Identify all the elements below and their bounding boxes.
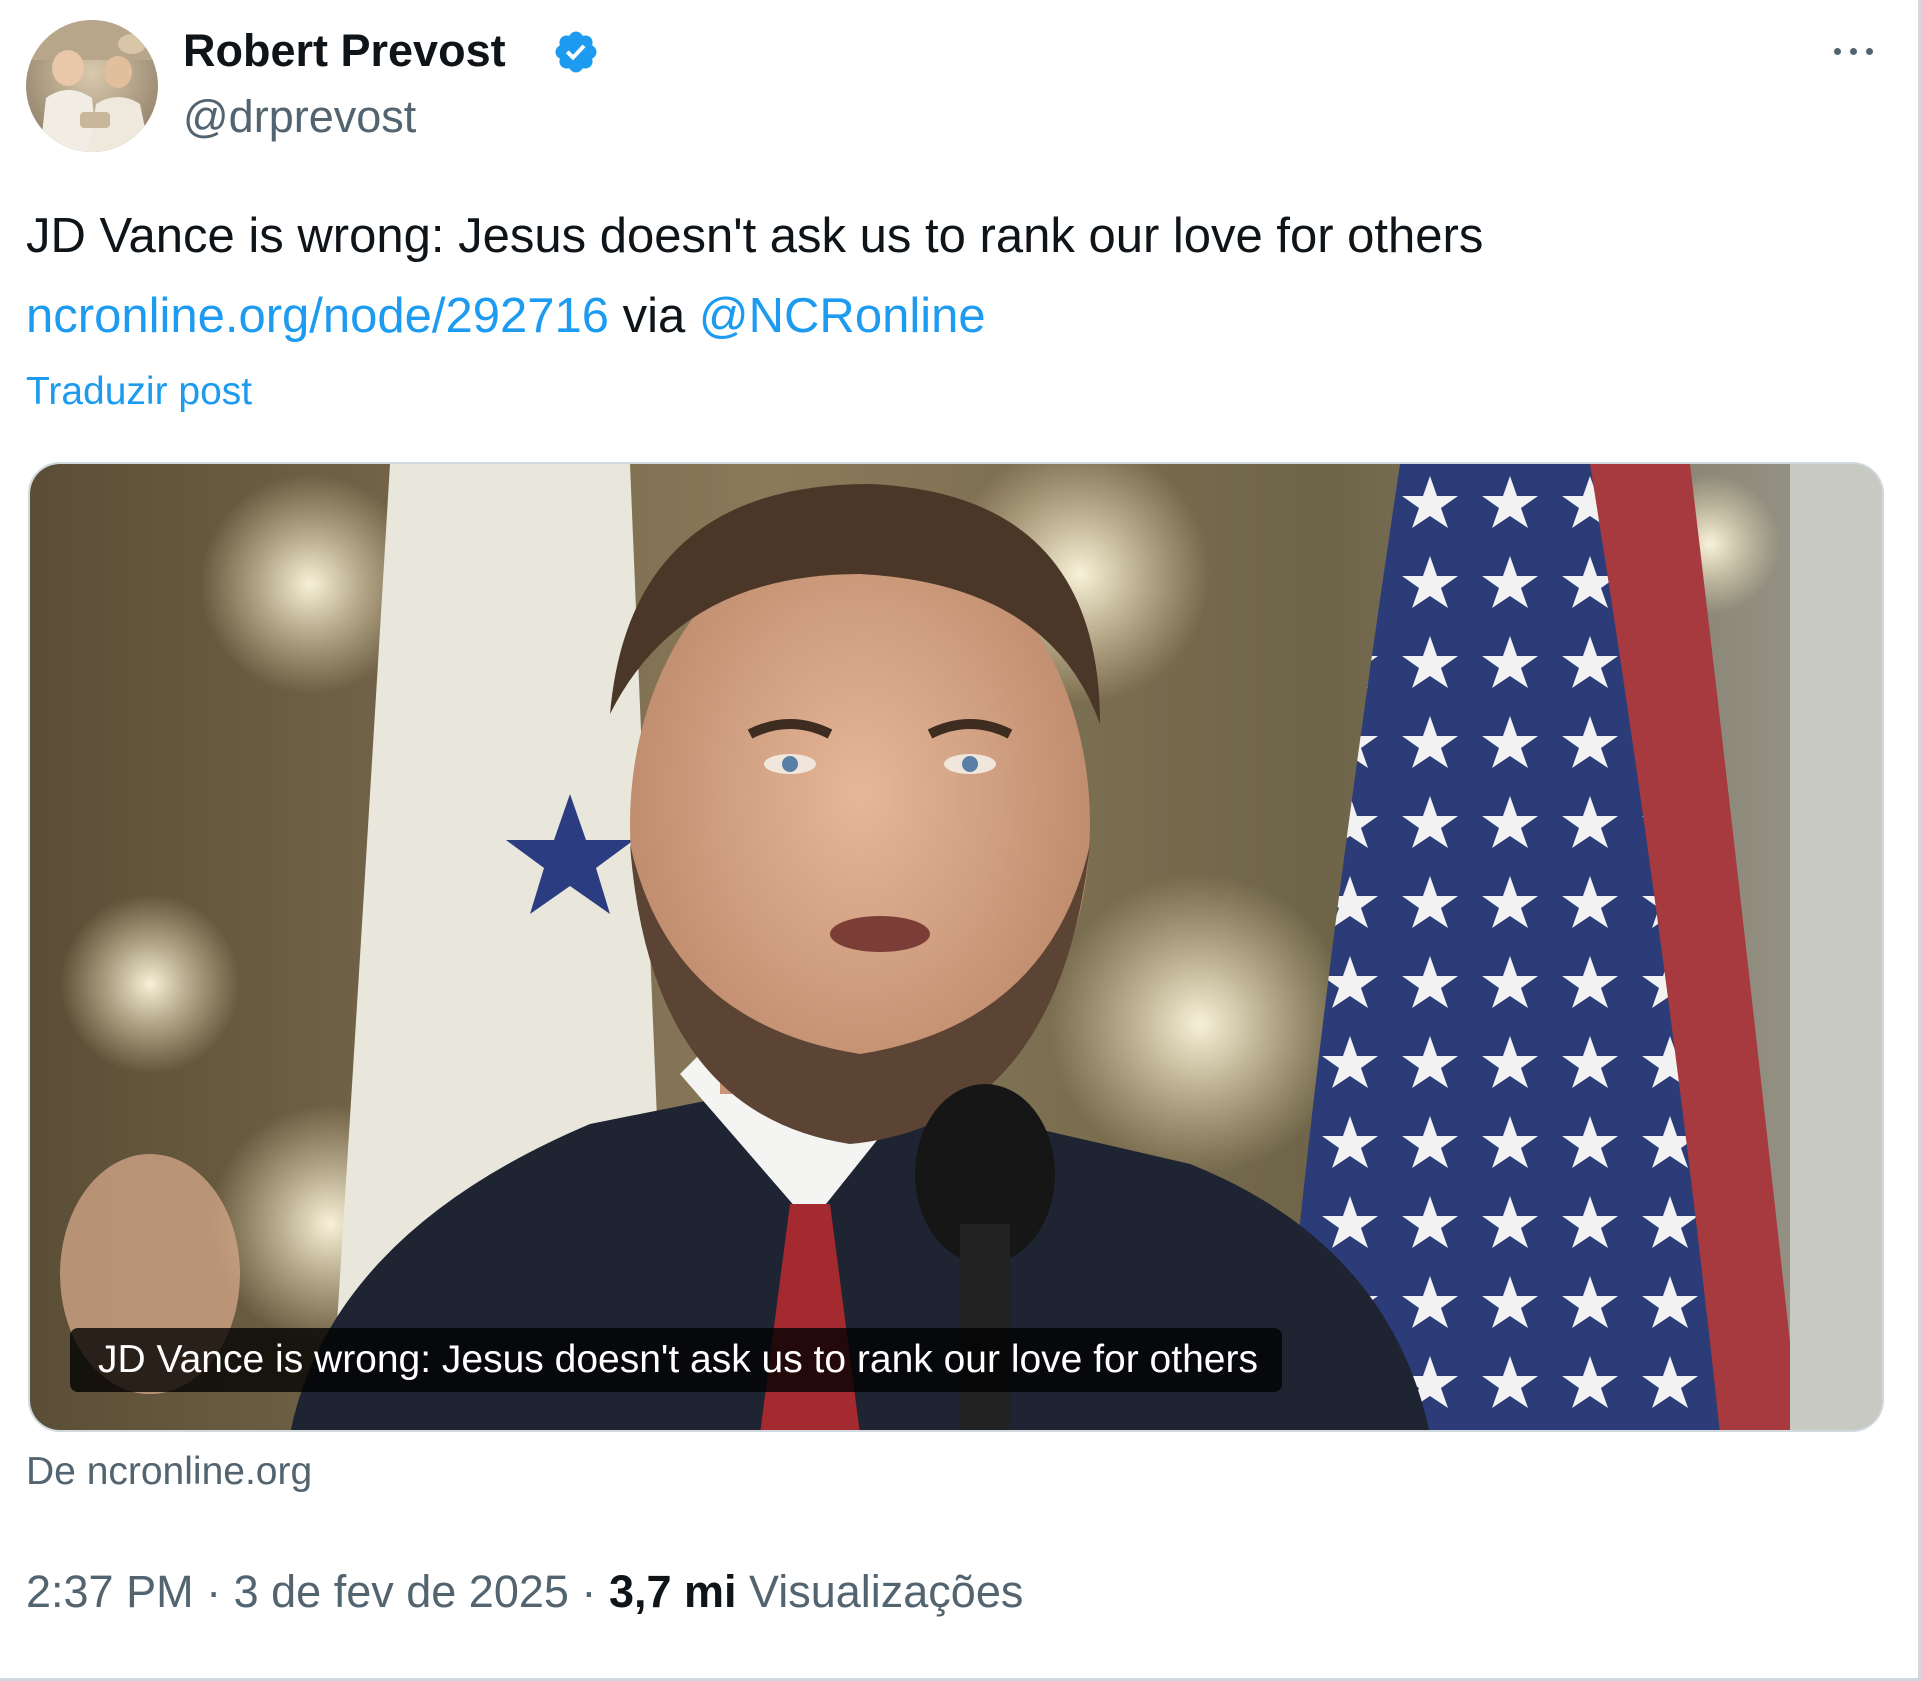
card-title: JD Vance is wrong: Jesus doesn't ask us … — [70, 1328, 1282, 1392]
article-link[interactable]: ncronline.org/node/292716 — [26, 289, 609, 343]
post-text: JD Vance is wrong: Jesus doesn't ask us … — [26, 209, 1484, 263]
separator-dot: · — [206, 1566, 222, 1617]
post-metadata: 2:37 PM · 3 de fev de 2025 · 3,7 mi Visu… — [26, 1562, 1023, 1622]
mention-link[interactable]: @NCRonline — [699, 289, 986, 343]
link-preview-card[interactable]: JD Vance is wrong: Jesus doesn't ask us … — [28, 462, 1884, 1432]
post-container: Robert Prevost @drprevost JD Vance is wr… — [0, 0, 1921, 1681]
author-handle[interactable]: @drprevost — [183, 90, 416, 144]
separator-dot: · — [581, 1566, 597, 1617]
post-text-line: ncronline.org/node/292716 via @NCRonline — [26, 286, 986, 346]
author-name[interactable]: Robert Prevost — [183, 24, 506, 78]
verified-badge-icon — [555, 31, 597, 73]
article-image — [30, 464, 1882, 1430]
translate-post-link[interactable]: Traduzir post — [26, 368, 252, 416]
views-count: 3,7 mi — [608, 1566, 737, 1617]
card-source-domain[interactable]: De ncronline.org — [26, 1448, 312, 1496]
more-options-icon[interactable] — [1826, 30, 1882, 70]
post-time[interactable]: 2:37 PM — [26, 1566, 194, 1617]
via-text: via — [622, 289, 686, 343]
author-avatar[interactable] — [26, 20, 158, 152]
views-label: Visualizações — [749, 1566, 1024, 1617]
post-date[interactable]: 3 de fev de 2025 — [234, 1566, 569, 1617]
